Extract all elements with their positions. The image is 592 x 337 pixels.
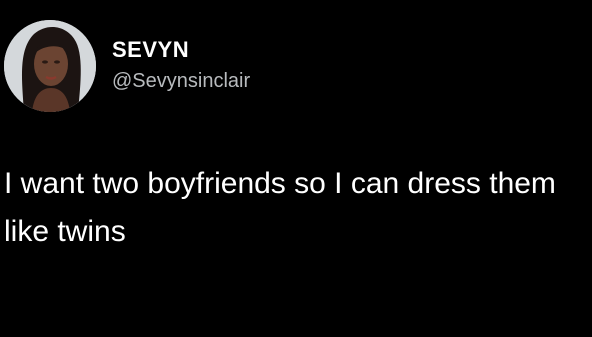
avatar[interactable]: [4, 20, 96, 112]
tweet-text: I want two boyfriends so I can dress the…: [4, 167, 556, 248]
author-display-name[interactable]: SEVYN: [112, 37, 189, 63]
author-handle[interactable]: @Sevynsinclair: [112, 70, 250, 93]
tweet-card: SEVYN @Sevynsinclair I want two boyfrien…: [0, 0, 592, 337]
profile-photo-icon: [4, 20, 96, 112]
